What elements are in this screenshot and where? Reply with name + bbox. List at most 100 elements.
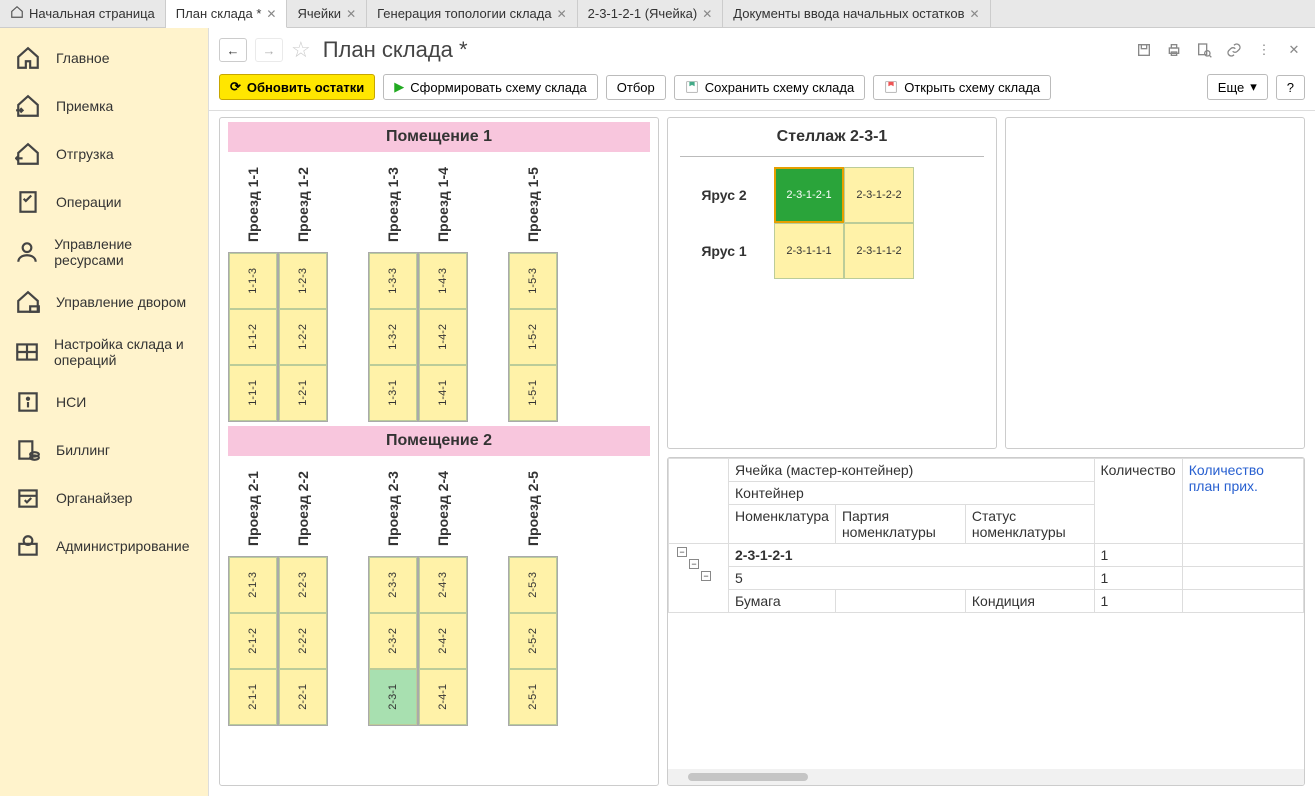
warehouse-cell[interactable]: 2-2-2 (279, 613, 327, 669)
user-gear-icon (14, 238, 40, 266)
warehouse-cell[interactable]: 1-4-2 (419, 309, 467, 365)
sidebar-item-shipping[interactable]: Отгрузка (0, 130, 208, 178)
sidebar-item-billing[interactable]: Биллинг (0, 426, 208, 474)
rack-cell[interactable]: 2-3-1-1-1 (774, 223, 844, 279)
button-label: Еще (1218, 80, 1244, 95)
warehouse-cell[interactable]: 1-5-1 (509, 365, 557, 421)
sidebar-item-nsi[interactable]: НСИ (0, 378, 208, 426)
col-cell[interactable]: Ячейка (мастер-контейнер) (729, 459, 1095, 482)
close-icon[interactable]: ✕ (266, 7, 276, 21)
refresh-button[interactable]: ⟳Обновить остатки (219, 74, 375, 100)
warehouse-cell[interactable]: 1-2-2 (279, 309, 327, 365)
warehouse-cell[interactable]: 2-3-3 (369, 557, 417, 613)
search-page-icon[interactable] (1193, 39, 1215, 61)
warehouse-cell[interactable]: 2-3-2 (369, 613, 417, 669)
warehouse-cell[interactable]: 2-1-1 (229, 669, 277, 725)
warehouse-cell[interactable]: 1-5-3 (509, 253, 557, 309)
hscrollbar[interactable] (668, 769, 1304, 785)
warehouse-cell[interactable]: 1-3-1 (369, 365, 417, 421)
rack-scroll[interactable]: Стеллаж 2-3-1 Ярус 22-3-1-2-12-3-1-2-2Яр… (668, 118, 996, 448)
empty-panel (1005, 117, 1305, 449)
warehouse-cell[interactable]: 1-4-3 (419, 253, 467, 309)
sidebar-item-resources[interactable]: Управление ресурсами (0, 226, 208, 278)
col-qty-plan[interactable]: Количество план прих. (1182, 459, 1303, 544)
warehouse-cell[interactable]: 1-3-3 (369, 253, 417, 309)
warehouse-cell[interactable]: 1-1-3 (229, 253, 277, 309)
table-row[interactable]: −−−2-3-1-2-11 (669, 544, 1304, 567)
tab-cell-detail[interactable]: 2-3-1-2-1 (Ячейка)✕ (578, 0, 724, 27)
data-table[interactable]: Ячейка (мастер-контейнер) Количество Кол… (668, 458, 1304, 613)
nav-back-button[interactable]: ← (219, 38, 247, 62)
sidebar-item-organizer[interactable]: Органайзер (0, 474, 208, 522)
tab-generate[interactable]: Генерация топологии склада✕ (367, 0, 578, 27)
filter-button[interactable]: Отбор (606, 75, 666, 100)
close-icon[interactable]: ✕ (702, 7, 712, 21)
table-row[interactable]: БумагаКондиция1 (669, 590, 1304, 613)
inbox-icon (14, 92, 42, 120)
warehouse-cell[interactable]: 2-4-2 (419, 613, 467, 669)
sidebar-item-wh-settings[interactable]: Настройка склада и операций (0, 326, 208, 378)
save-icon[interactable] (1133, 39, 1155, 61)
save-scheme-button[interactable]: Сохранить схему склада (674, 75, 865, 100)
tab-cells[interactable]: Ячейки✕ (287, 0, 367, 27)
sidebar-item-receiving[interactable]: Приемка (0, 82, 208, 130)
nav-forward-button[interactable]: → (255, 38, 283, 62)
warehouse-cell[interactable]: 1-2-3 (279, 253, 327, 309)
tab-home[interactable]: Начальная страница (0, 0, 166, 27)
warehouse-cell[interactable]: 2-1-3 (229, 557, 277, 613)
tab-plan[interactable]: План склада *✕ (166, 0, 288, 28)
table-row[interactable]: 51 (669, 567, 1304, 590)
sidebar-item-admin[interactable]: Администрирование (0, 522, 208, 570)
sidebar-item-label: Органайзер (56, 490, 132, 506)
help-button[interactable]: ? (1276, 75, 1305, 100)
close-icon[interactable]: ✕ (346, 7, 356, 21)
sidebar-item-label: Администрирование (56, 538, 190, 554)
warehouse-cell[interactable]: 2-3-1 (369, 669, 417, 725)
warehouse-cell[interactable]: 1-4-1 (419, 365, 467, 421)
warehouse-cell[interactable]: 2-5-2 (509, 613, 557, 669)
more-icon[interactable]: ⋮ (1253, 39, 1275, 61)
warehouse-cell[interactable]: 1-3-2 (369, 309, 417, 365)
table-scroll[interactable]: Ячейка (мастер-контейнер) Количество Кол… (668, 458, 1304, 769)
truck-icon (14, 288, 42, 316)
tab-docs[interactable]: Документы ввода начальных остатков ✕ (723, 0, 990, 27)
sidebar-item-operations[interactable]: Операции (0, 178, 208, 226)
close-icon[interactable]: ✕ (970, 7, 980, 21)
col-batch[interactable]: Партия номенклатуры (835, 505, 965, 544)
rack-cell[interactable]: 2-3-1-2-2 (844, 167, 914, 223)
warehouse-cell[interactable]: 1-2-1 (279, 365, 327, 421)
warehouse-cell[interactable]: 1-5-2 (509, 309, 557, 365)
warehouse-cell[interactable]: 2-4-1 (419, 669, 467, 725)
aisle-label: Проезд 2-2 (295, 464, 311, 554)
warehouse-cell[interactable]: 2-1-2 (229, 613, 277, 669)
rack-cell[interactable]: 2-3-1-2-1 (774, 167, 844, 223)
table-panel: Ячейка (мастер-контейнер) Количество Кол… (667, 457, 1305, 786)
close-page-icon[interactable]: ✕ (1283, 39, 1305, 61)
warehouse-cell[interactable]: 2-4-3 (419, 557, 467, 613)
tab-label: Документы ввода начальных остатков (733, 6, 964, 21)
col-container[interactable]: Контейнер (729, 482, 1095, 505)
favorite-icon[interactable]: ☆ (291, 37, 311, 63)
warehouse-cell[interactable]: 2-5-3 (509, 557, 557, 613)
link-icon[interactable] (1223, 39, 1245, 61)
print-icon[interactable] (1163, 39, 1185, 61)
warehouse-cell[interactable]: 2-2-3 (279, 557, 327, 613)
sidebar-item-yard[interactable]: Управление двором (0, 278, 208, 326)
aisle-label: Проезд 1-2 (295, 160, 311, 250)
col-status[interactable]: Статус номенклатуры (965, 505, 1094, 544)
open-scheme-button[interactable]: Открыть схему склада (873, 75, 1051, 100)
build-scheme-button[interactable]: ▶Сформировать схему склада (383, 74, 598, 100)
rooms-scroll[interactable]: Помещение 1Проезд 1-11-1-31-1-21-1-1Прое… (220, 118, 658, 785)
warehouse-cell[interactable]: 1-1-1 (229, 365, 277, 421)
warehouse-cell[interactable]: 2-2-1 (279, 669, 327, 725)
close-icon[interactable]: ✕ (557, 7, 567, 21)
rack-cell[interactable]: 2-3-1-1-2 (844, 223, 914, 279)
more-button[interactable]: Еще ▾ (1207, 74, 1268, 100)
aisle-label: Проезд 2-4 (435, 464, 451, 554)
sidebar-item-main[interactable]: Главное (0, 34, 208, 82)
empty-scroll[interactable] (1006, 118, 1304, 448)
col-nomen[interactable]: Номенклатура (729, 505, 836, 544)
warehouse-cell[interactable]: 2-5-1 (509, 669, 557, 725)
col-qty[interactable]: Количество (1094, 459, 1182, 544)
warehouse-cell[interactable]: 1-1-2 (229, 309, 277, 365)
